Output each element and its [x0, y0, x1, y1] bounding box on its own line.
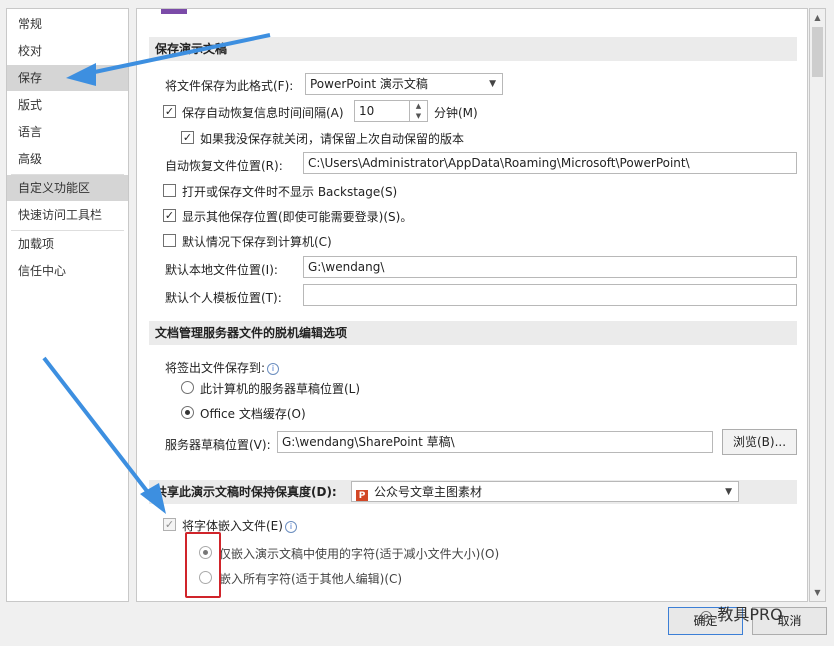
autorecover-minutes-input[interactable]: 10 [354, 100, 410, 122]
embed-all-chars-label: 嵌入所有字符(适于其他人编辑)(C) [219, 572, 403, 586]
options-panel: 保存演示文稿 将文件保存为此格式(F): PowerPoint 演示文稿 ▼ ✓… [136, 8, 808, 602]
fidelity-document-value: 公众号文章主图素材 [374, 485, 483, 499]
nav-item-add-ins[interactable]: 加载项 [7, 231, 128, 257]
nav-item-quick-access-toolbar[interactable]: 快速访问工具栏 [7, 202, 128, 228]
spin-up-icon[interactable]: ▲ [410, 101, 427, 111]
nav-item-layout[interactable]: 版式 [7, 92, 128, 118]
keep-last-version-label: 如果我没保存就关闭，请保留上次自动保留的版本 [200, 132, 465, 146]
watermark: ◎ 教具PRO [700, 601, 783, 625]
chevron-down-icon: ▼ [489, 79, 496, 89]
local-path-input[interactable]: G:\wendang\ [303, 256, 797, 278]
save-format-value: PowerPoint 演示文稿 [310, 77, 428, 91]
watermark-text: 教具PRO [717, 605, 783, 624]
chevron-down-icon: ▼ [725, 487, 732, 497]
checkout-label: 将签出文件保存到: i [165, 359, 280, 376]
autorecover-checkbox[interactable]: ✓ [163, 105, 176, 118]
no-backstage-label: 打开或保存文件时不显示 Backstage(S) [182, 185, 398, 199]
section-icon [161, 9, 187, 14]
template-path-input[interactable] [303, 284, 797, 306]
autorecover-path-label: 自动恢复文件位置(R): [165, 159, 283, 173]
radio-office-cache[interactable] [181, 406, 194, 419]
options-nav: 常规 校对 保存 版式 语言 高级 自定义功能区 快速访问工具栏 加载项 信任中… [6, 8, 129, 602]
show-more-locations-checkbox[interactable]: ✓ [163, 209, 176, 222]
embed-used-chars-label: 仅嵌入演示文稿中使用的字符(适于减小文件大小)(O) [219, 547, 500, 561]
office-cache-option-label: Office 文档缓存(O) [200, 407, 306, 421]
nav-item-proofing[interactable]: 校对 [7, 38, 128, 64]
info-icon: i [267, 363, 280, 375]
template-path-label: 默认个人模板位置(T): [165, 291, 282, 305]
embed-fonts-checkbox[interactable]: ✓ [163, 518, 176, 531]
section-header-save: 保存演示文稿 [149, 37, 797, 61]
wechat-icon: ◎ [700, 608, 713, 624]
spin-down-icon[interactable]: ▼ [410, 111, 427, 121]
drafts-path-label: 服务器草稿位置(V): [165, 438, 271, 452]
highlight-box [185, 532, 221, 598]
nav-item-trust-center[interactable]: 信任中心 [7, 258, 128, 284]
embed-fonts-label-text: 将字体嵌入文件(E) [182, 519, 283, 533]
checkout-label-text: 将签出文件保存到: [165, 361, 266, 375]
section-header-offline: 文档管理服务器文件的脱机编辑选项 [149, 321, 797, 345]
save-format-select[interactable]: PowerPoint 演示文稿 ▼ [305, 73, 503, 95]
scroll-down-icon[interactable]: ▼ [810, 585, 825, 600]
powerpoint-file-icon: P [356, 490, 368, 501]
options-scrollbar[interactable]: ▲ ▼ [809, 8, 826, 602]
drafts-path-input[interactable]: G:\wendang\SharePoint 草稿\ [277, 431, 713, 453]
no-backstage-checkbox[interactable] [163, 184, 176, 197]
info-icon: i [284, 521, 297, 533]
keep-last-version-checkbox[interactable]: ✓ [181, 131, 194, 144]
nav-item-general[interactable]: 常规 [7, 11, 128, 37]
autorecover-path-input[interactable]: C:\Users\Administrator\AppData\Roaming\M… [303, 152, 797, 174]
scrollbar-thumb[interactable] [812, 27, 823, 77]
minutes-label: 分钟(M) [434, 106, 478, 120]
show-more-locations-label: 显示其他保存位置(即使可能需要登录)(S)。 [182, 210, 413, 224]
minutes-spinner[interactable]: ▲ ▼ [410, 100, 428, 122]
browse-button[interactable]: 浏览(B)... [722, 429, 797, 455]
nav-item-customize-ribbon[interactable]: 自定义功能区 [7, 175, 128, 201]
save-to-computer-label: 默认情况下保存到计算机(C) [182, 235, 332, 249]
server-drafts-option-label: 此计算机的服务器草稿位置(L) [200, 382, 361, 396]
scroll-up-icon[interactable]: ▲ [810, 10, 825, 25]
local-path-label: 默认本地文件位置(I): [165, 263, 278, 277]
radio-server-drafts[interactable] [181, 381, 194, 394]
nav-item-save[interactable]: 保存 [7, 65, 128, 91]
save-to-computer-checkbox[interactable] [163, 234, 176, 247]
autorecover-label: 保存自动恢复信息时间间隔(A) [182, 106, 344, 120]
fidelity-document-select[interactable]: P 公众号文章主图素材 ▼ [351, 481, 739, 502]
nav-item-advanced[interactable]: 高级 [7, 146, 128, 172]
nav-item-language[interactable]: 语言 [7, 119, 128, 145]
save-format-label: 将文件保存为此格式(F): [165, 79, 294, 93]
